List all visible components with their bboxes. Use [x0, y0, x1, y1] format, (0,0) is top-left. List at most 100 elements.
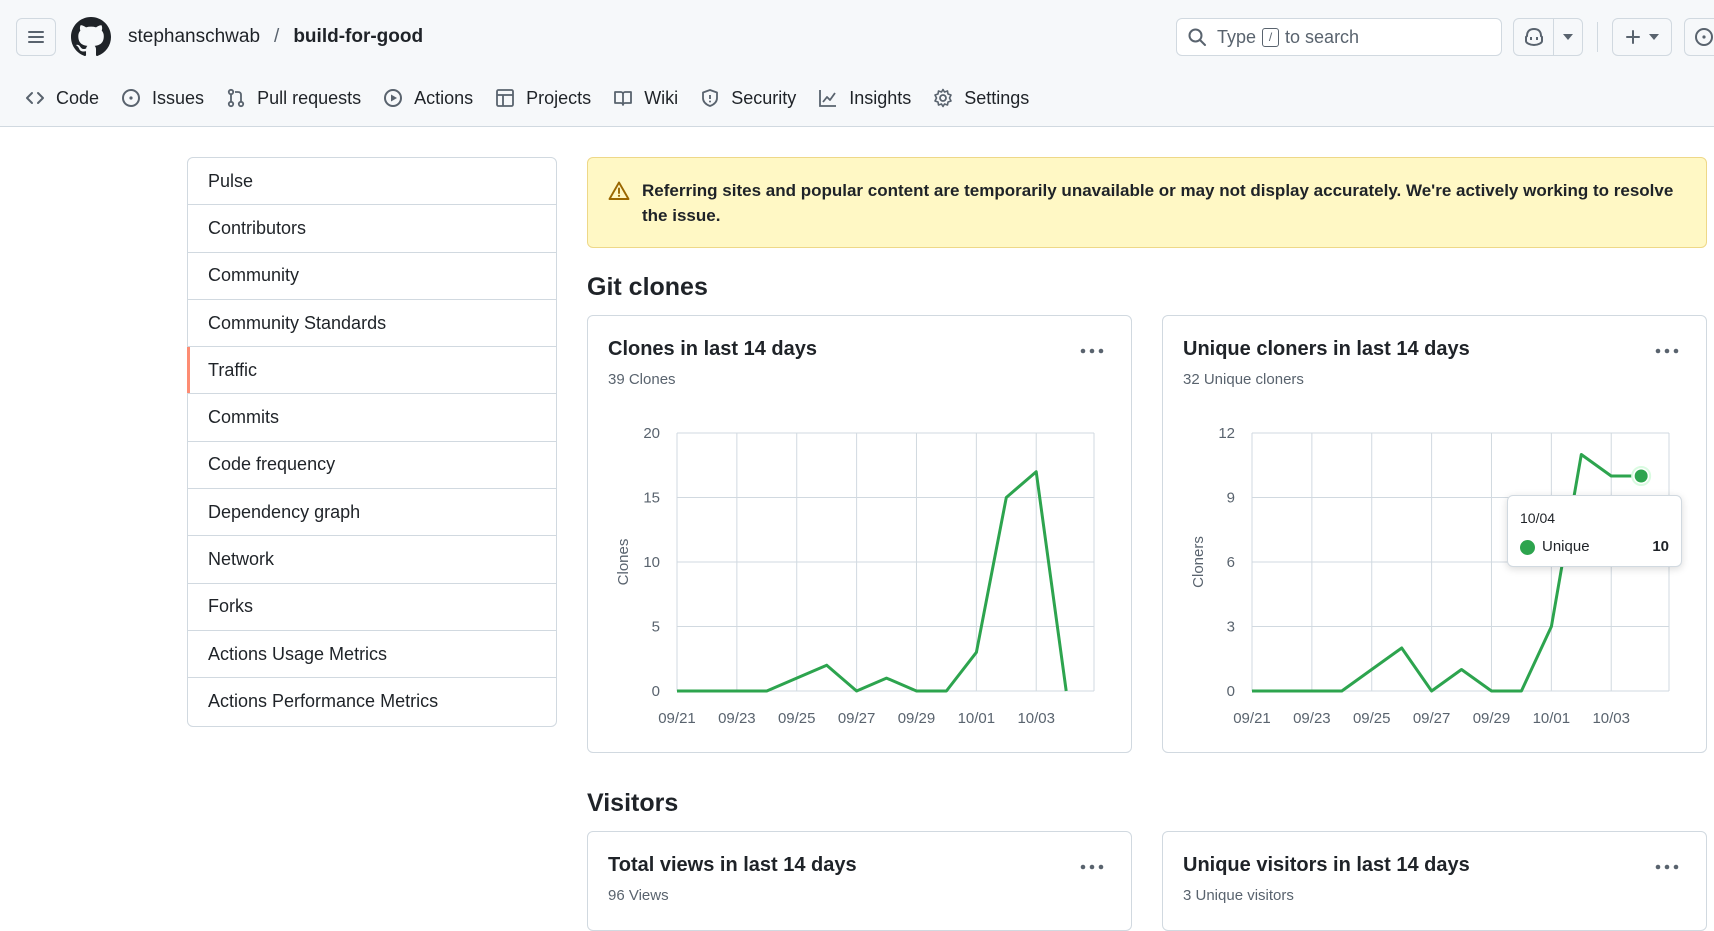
copilot-icon	[1524, 27, 1543, 47]
sidebar-item-actions-performance-metrics[interactable]: Actions Performance Metrics	[188, 678, 556, 725]
sidebar-item-community[interactable]: Community	[188, 253, 556, 300]
breadcrumb-separator: /	[274, 26, 280, 47]
alert-icon	[608, 181, 630, 200]
y-tick-label: 10	[643, 554, 660, 571]
y-tick-label: 0	[1227, 683, 1235, 700]
x-tick-label: 09/25	[1353, 710, 1391, 727]
x-tick-label: 09/21	[658, 710, 696, 727]
pull-request-icon	[227, 88, 245, 108]
sidebar-item-code-frequency[interactable]: Code frequency	[188, 442, 556, 490]
sidebar-item-forks[interactable]: Forks	[188, 584, 556, 631]
graph-icon	[819, 90, 837, 107]
tab-code[interactable]: Code	[14, 79, 110, 117]
issue-opened-icon	[1695, 28, 1713, 46]
breadcrumb: stephanschwab / build-for-good	[128, 26, 423, 48]
sidebar-item-community-standards[interactable]: Community Standards	[188, 300, 556, 348]
tab-settings[interactable]: Settings	[922, 79, 1040, 117]
shield-icon	[702, 89, 719, 107]
y-tick-label: 9	[1227, 490, 1235, 507]
x-tick-label: 10/01	[958, 710, 996, 727]
code-icon	[26, 92, 44, 104]
chart-tooltip: 10/04 Unique 10	[1507, 495, 1682, 567]
search-placeholder-prefix: Type	[1217, 26, 1257, 47]
unique-visitors-more-button[interactable]	[1652, 854, 1682, 880]
github-logo-icon[interactable]	[71, 17, 111, 57]
views-card: Total views in last 14 days 96 Views	[587, 831, 1132, 931]
tab-settings-label: Settings	[964, 87, 1030, 108]
y-tick-label: 0	[652, 683, 660, 700]
tab-security[interactable]: Security	[689, 79, 807, 117]
x-tick-label: 09/25	[778, 710, 816, 727]
copilot-dropdown-button[interactable]	[1554, 19, 1582, 55]
tab-pull-requests-label: Pull requests	[257, 87, 362, 108]
play-icon	[384, 89, 403, 107]
your-issues-button[interactable]	[1684, 18, 1714, 56]
tab-wiki[interactable]: Wiki	[602, 79, 689, 117]
x-tick-label: 10/03	[1592, 710, 1630, 727]
tab-actions-label: Actions	[414, 87, 474, 108]
tab-code-label: Code	[56, 87, 100, 108]
highlight-point	[1634, 469, 1648, 483]
clones-card: Clones in last 14 days 39 Clones 0 5 10 15 2…	[587, 315, 1132, 753]
tab-projects[interactable]: Projects	[484, 79, 602, 117]
gear-icon	[934, 88, 953, 108]
tab-issues[interactable]: Issues	[110, 79, 215, 117]
views-card-title: Total views in last 14 days	[608, 854, 857, 876]
x-tick-label: 10/01	[1533, 710, 1571, 727]
tooltip-date: 10/04	[1520, 510, 1556, 526]
breadcrumb-repo[interactable]: build-for-good	[293, 26, 423, 48]
unique-visitors-card-title: Unique visitors in last 14 days	[1183, 854, 1470, 876]
y-axis-label: Cloners	[1190, 536, 1207, 588]
sidebar-item-actions-usage-metrics[interactable]: Actions Usage Metrics	[188, 631, 556, 679]
book-icon	[614, 91, 633, 106]
tooltip-value: 10	[1652, 538, 1669, 555]
y-tick-label: 12	[1218, 425, 1235, 442]
copilot-button[interactable]	[1514, 19, 1554, 55]
x-tick-label: 09/27	[1413, 710, 1451, 727]
tooltip-series-name: Unique	[1542, 538, 1590, 555]
x-tick-label: 09/29	[1473, 710, 1511, 727]
x-tick-label: 09/27	[838, 710, 876, 727]
x-tick-label: 09/21	[1233, 710, 1271, 727]
search-shortcut-key: /	[1262, 27, 1280, 47]
tab-actions[interactable]: Actions	[372, 79, 484, 117]
app-header: stephanschwab / build-for-good Type / to…	[0, 0, 1714, 127]
sidebar-item-network[interactable]: Network	[188, 536, 556, 584]
tab-insights[interactable]: Insights	[807, 79, 922, 117]
triangle-down-icon	[1563, 34, 1573, 40]
sidebar-item-commits[interactable]: Commits	[188, 394, 556, 442]
copilot-button-group	[1513, 18, 1583, 56]
y-axis-label: Clones	[615, 539, 632, 586]
tooltip-series-swatch	[1520, 540, 1535, 555]
series-line	[677, 470, 1068, 693]
x-tick-label: 09/29	[898, 710, 936, 727]
y-tick-label: 3	[1227, 619, 1235, 636]
views-card-subtitle: 96 Views	[608, 887, 669, 904]
tab-insights-label: Insights	[849, 87, 912, 108]
header-divider	[1597, 22, 1598, 52]
sidebar-item-dependency-graph[interactable]: Dependency graph	[188, 489, 556, 537]
y-tick-label: 20	[643, 425, 660, 442]
repo-nav: Code Issues Pull requests Actions Projec…	[14, 79, 1040, 117]
plus-icon	[1626, 30, 1640, 44]
x-tick-label: 09/23	[718, 710, 756, 727]
sidebar-item-pulse[interactable]: Pulse	[188, 158, 556, 206]
sidebar-item-traffic[interactable]: Traffic	[187, 347, 556, 395]
series-line	[1252, 453, 1642, 693]
create-new-button[interactable]	[1612, 18, 1672, 56]
views-more-button[interactable]	[1077, 854, 1107, 880]
warning-message: Referring sites and popular content are …	[642, 181, 1674, 225]
y-tick-label: 15	[643, 490, 660, 507]
y-tick-label: 6	[1227, 554, 1235, 571]
kebab-horizontal-icon	[1080, 864, 1104, 870]
breadcrumb-owner[interactable]: stephanschwab	[128, 26, 260, 48]
menu-button[interactable]	[16, 18, 56, 56]
warning-banner: Referring sites and popular content are …	[587, 157, 1707, 248]
search-input[interactable]: Type / to search	[1176, 18, 1502, 56]
x-tick-label: 10/03	[1017, 710, 1055, 727]
kebab-horizontal-icon	[1655, 864, 1679, 870]
git-clones-heading: Git clones	[587, 273, 708, 301]
tab-pull-requests[interactable]: Pull requests	[215, 79, 372, 117]
triangle-down-icon	[1649, 34, 1659, 40]
sidebar-item-contributors[interactable]: Contributors	[188, 205, 556, 253]
